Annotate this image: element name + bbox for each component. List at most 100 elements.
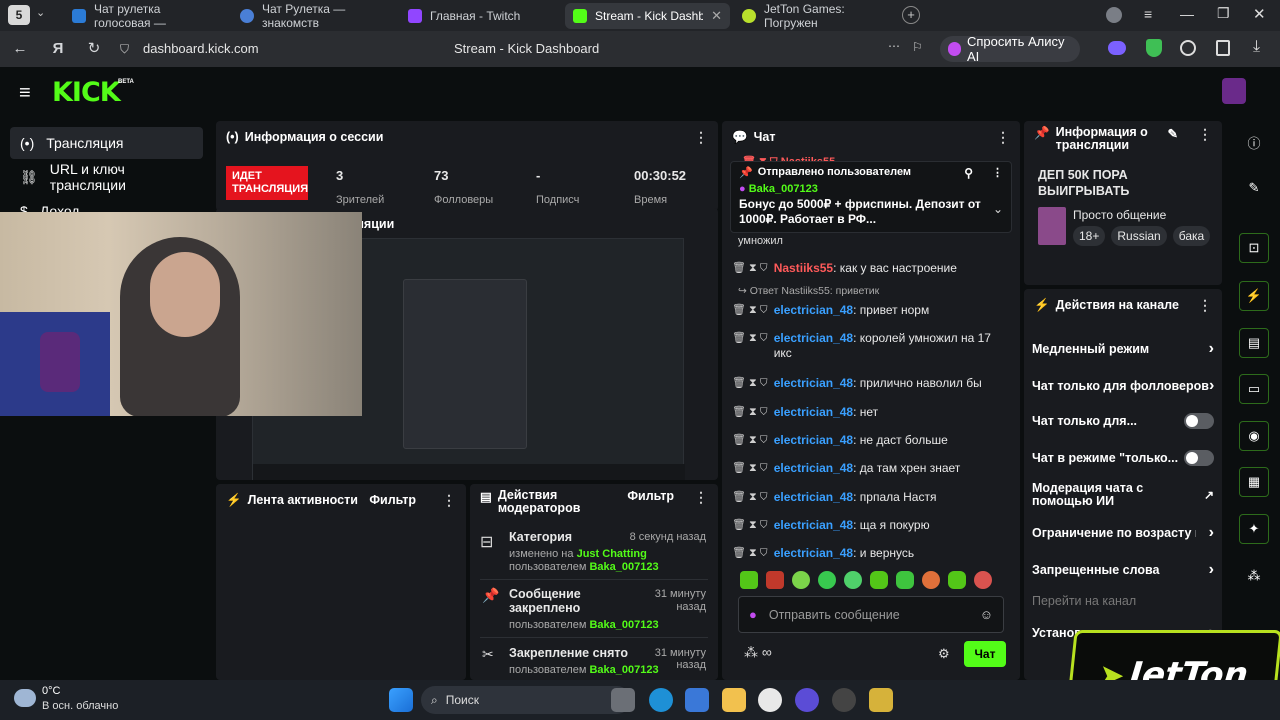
tab-twitch[interactable]: Главная - Twitch xyxy=(400,3,560,29)
action-emote-only[interactable]: Чат в режиме "только... xyxy=(1032,450,1214,466)
emote-icon[interactable] xyxy=(792,571,810,589)
username[interactable]: Baka_007123 xyxy=(749,183,818,195)
emote-icon[interactable] xyxy=(818,571,836,589)
restore-icon[interactable]: ❐ xyxy=(1217,5,1230,22)
action-followers-only[interactable]: Чат только для фолловеров › xyxy=(1032,377,1214,395)
app-icon[interactable] xyxy=(869,688,893,712)
store-icon[interactable] xyxy=(685,688,709,712)
weather-cloud-icon[interactable] xyxy=(14,689,36,707)
kebab-menu-icon[interactable]: ⋮ xyxy=(992,166,1003,180)
chevron-down-icon[interactable]: ⌄ xyxy=(993,202,1003,216)
tab-roulette-voice[interactable]: Чат рулетка голосовая — xyxy=(64,2,224,30)
tag[interactable]: Russian xyxy=(1111,226,1167,246)
weather-temp[interactable]: 0°C xyxy=(42,685,60,697)
mod-tools-icon[interactable]: 🗑 ⧗ ⛉ xyxy=(732,490,768,505)
user-link[interactable]: Baka_007123 xyxy=(589,561,658,573)
sidebar-item-url-key[interactable]: ⛓ URL и ключ трансляции xyxy=(10,161,203,193)
toggle-switch[interactable] xyxy=(1184,450,1214,466)
chat-message[interactable]: 🗑 ⧗ ⛉ electrician_48: нет xyxy=(732,405,997,420)
edge-icon[interactable] xyxy=(649,688,673,712)
action-go-to-channel[interactable]: Перейти на канал xyxy=(1032,594,1214,608)
task-view-icon[interactable] xyxy=(611,688,635,712)
tab-roulette-chat[interactable]: Чат Рулетка — знакомств xyxy=(232,2,392,30)
chat-users-icon[interactable]: ⁂ ∞ xyxy=(744,644,772,661)
username[interactable]: electrician_48 xyxy=(774,376,853,390)
broadcast-icon[interactable]: ◉ xyxy=(1239,421,1269,451)
sidebar-item-stream[interactable]: (•) Трансляция xyxy=(10,127,203,159)
profile-icon[interactable] xyxy=(1106,7,1122,23)
extension-puzzle-icon[interactable] xyxy=(1216,40,1230,56)
emote-icon[interactable] xyxy=(974,571,992,589)
yandex-icon[interactable]: Я xyxy=(48,39,68,59)
close-tab-icon[interactable]: ✕ xyxy=(711,8,722,24)
pinned-user[interactable]: ● Baka_007123 xyxy=(739,183,1003,195)
mic-icon[interactable]: ● xyxy=(749,607,757,622)
document-icon[interactable]: ▤ xyxy=(1239,328,1269,358)
username[interactable]: electrician_48 xyxy=(774,546,853,560)
taskbar-search[interactable]: ⌕ Поиск xyxy=(421,686,631,714)
kebab-menu-icon[interactable]: ⋮ xyxy=(694,129,708,146)
more-icon[interactable]: ⋯ xyxy=(888,39,900,53)
mod-tools-icon[interactable]: 🗑 ⧗ ⛉ xyxy=(732,261,768,276)
kebab-menu-icon[interactable]: ⋮ xyxy=(442,492,456,509)
chat-message[interactable]: 🗑 ⧗ ⛉ electrician_48: привет норм xyxy=(732,303,997,318)
new-tab-button[interactable]: + xyxy=(902,6,920,24)
category-name[interactable]: Просто общение xyxy=(1073,208,1166,222)
mod-tools-icon[interactable]: 🗑 ⧗ ⛉ xyxy=(732,376,768,391)
tab-kick-dashboard[interactable]: Stream - Kick Dashboard ✕ xyxy=(565,3,730,29)
weather-text[interactable]: В осн. облачно xyxy=(42,700,118,712)
kebab-menu-icon[interactable]: ⋮ xyxy=(694,489,708,506)
chat-message[interactable]: 🗑 ⧗ ⛉ electrician_48: и вернусь xyxy=(732,546,997,561)
username[interactable]: electrician_48 xyxy=(774,518,853,532)
extension-shield-icon[interactable] xyxy=(1146,39,1162,57)
reload-icon[interactable]: ↻ xyxy=(84,39,104,59)
emote-icon[interactable] xyxy=(948,571,966,589)
ask-alice-button[interactable]: Спросить Алису AI xyxy=(940,34,1080,64)
explorer-icon[interactable] xyxy=(722,688,746,712)
tab-jetton[interactable]: JetTon Games: Погружен xyxy=(734,2,899,30)
filter-button[interactable]: Фильтр xyxy=(627,489,674,503)
emote-icon[interactable] xyxy=(896,571,914,589)
chat-message[interactable]: 🗑 ⧗ ⛉ electrician_48: прпала Настя xyxy=(732,490,997,505)
pinned-message[interactable]: 📌 Отправлено пользователем ⚲ ⋮ ● Baka_00712… xyxy=(730,161,1012,233)
app-icon[interactable] xyxy=(795,688,819,712)
capture-icon[interactable]: ⊡ xyxy=(1239,233,1269,263)
mod-tools-icon[interactable]: 🗑 ⧗ ⛉ xyxy=(732,518,768,533)
username[interactable]: Nastiiks55 xyxy=(774,261,833,275)
action-slow-mode[interactable]: Медленный режим › xyxy=(1032,340,1214,358)
username[interactable]: electrician_48 xyxy=(774,461,853,475)
hamburger-menu-icon[interactable]: ≡ xyxy=(19,83,31,103)
tag[interactable]: 18+ xyxy=(1073,226,1106,246)
kick-logo[interactable]: KICK xyxy=(52,77,121,108)
tag[interactable]: бака xyxy=(1172,226,1211,246)
user-link[interactable]: Baka_007123 xyxy=(589,619,658,631)
edit-icon[interactable]: ✎ xyxy=(1168,126,1178,141)
download-icon[interactable]: ⤓ xyxy=(1253,38,1260,56)
mod-tools-icon[interactable]: 🗑 ⧗ ⛉ xyxy=(732,331,768,346)
chat-icon[interactable]: ▭ xyxy=(1239,374,1269,404)
chat-message[interactable]: 🗑 ⧗ ⛉ electrician_48: королей умножил на … xyxy=(732,331,997,361)
filter-button[interactable]: Фильтр xyxy=(369,493,416,507)
extension-discord-icon[interactable] xyxy=(1108,41,1126,55)
username[interactable]: electrician_48 xyxy=(774,433,853,447)
chat-message[interactable]: 🗑 ⧗ ⛉ Nastiiks55: как у вас настроение xyxy=(732,261,997,276)
emote-icon[interactable] xyxy=(844,571,862,589)
info-icon[interactable]: ⓘ xyxy=(1239,127,1269,157)
action-banned-words[interactable]: Запрещенные слова › xyxy=(1032,561,1214,579)
emote-icon[interactable] xyxy=(922,571,940,589)
action-age-restriction[interactable]: Ограничение по возрасту и › xyxy=(1032,524,1214,542)
kebab-menu-icon[interactable]: ⋮ xyxy=(1198,297,1212,314)
settings-gear-icon[interactable]: ⚙ xyxy=(938,646,950,662)
pin-toggle-icon[interactable]: ⚲ xyxy=(964,166,973,180)
mod-tools-icon[interactable]: 🗑 ⧗ ⛉ xyxy=(732,303,768,318)
lightning-icon[interactable]: ⚡ xyxy=(1239,281,1269,311)
menu-icon[interactable]: ≡ xyxy=(1144,6,1152,22)
users-icon[interactable]: ⁂ xyxy=(1239,561,1269,591)
mod-tools-icon[interactable]: 🗑 ⧗ ⛉ xyxy=(732,546,768,561)
action-subs-only[interactable]: Чат только для... xyxy=(1032,413,1214,429)
toggle-switch[interactable] xyxy=(1184,413,1214,429)
avatar[interactable] xyxy=(1222,78,1246,104)
close-window-icon[interactable]: ✕ xyxy=(1253,5,1266,23)
username[interactable]: electrician_48 xyxy=(774,303,853,317)
chat-message[interactable]: 🗑 ⧗ ⛉ electrician_48: не даст больше xyxy=(732,433,997,448)
